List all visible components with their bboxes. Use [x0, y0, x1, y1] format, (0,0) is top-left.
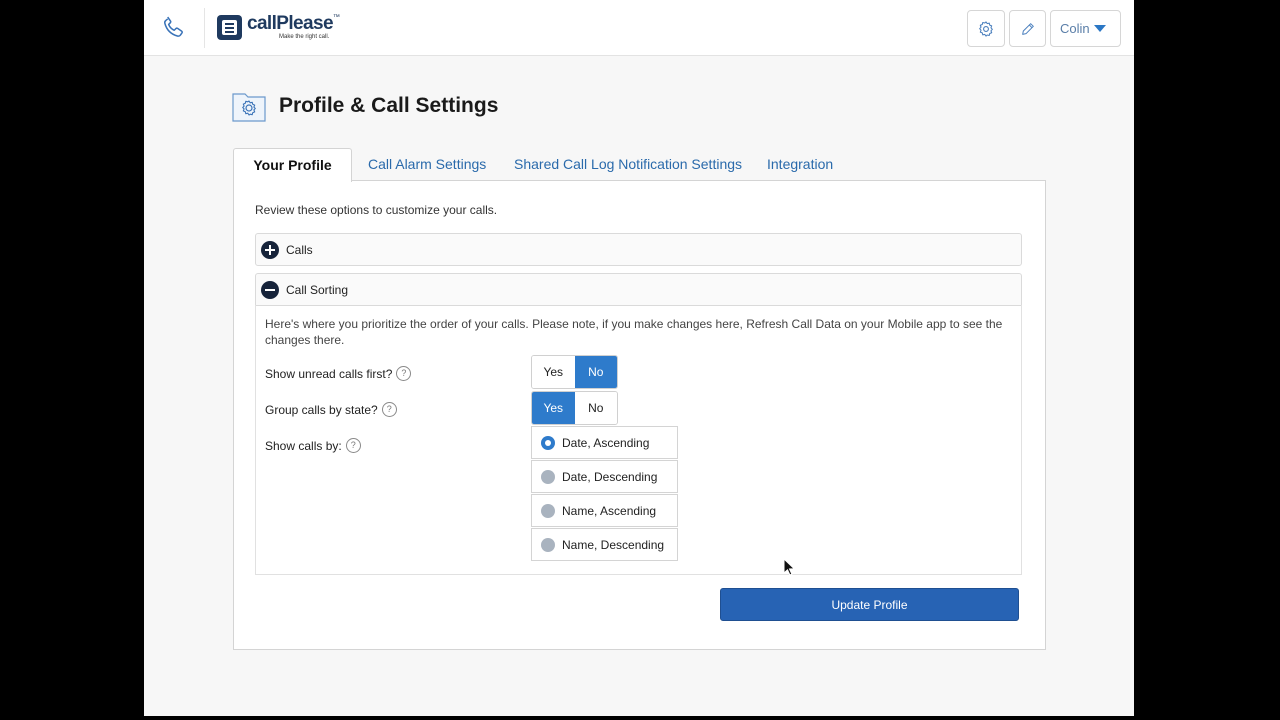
- unread-first-toggle: Yes No: [531, 355, 618, 389]
- tab-shared-call-log-notification-settings[interactable]: Shared Call Log Notification Settings: [514, 148, 742, 181]
- help-icon[interactable]: ?: [381, 402, 397, 417]
- tab-integration[interactable]: Integration: [767, 148, 833, 181]
- radio-name-ascending-label: Name, Ascending: [562, 503, 657, 518]
- user-menu-button[interactable]: Colin: [1050, 10, 1121, 47]
- help-icon[interactable]: ?: [345, 438, 361, 453]
- logo-name: callPlease: [247, 13, 334, 34]
- tab-your-profile[interactable]: Your Profile: [233, 148, 352, 182]
- radio-unselected-icon: [541, 470, 555, 484]
- show-by-label: Show calls by:: [265, 438, 342, 453]
- app-window: callPlease™ Make the right call. Colin P…: [144, 0, 1134, 716]
- caret-down-icon: [1094, 25, 1106, 32]
- call-sorting-description: Here's where you prioritize the order of…: [265, 317, 1003, 347]
- minus-circle-icon: [261, 281, 279, 299]
- unread-first-yes-button[interactable]: Yes: [532, 356, 575, 388]
- help-icon[interactable]: ?: [396, 366, 412, 381]
- accordion-calls[interactable]: Calls: [255, 233, 1022, 266]
- accordion-calls-label: Calls: [286, 243, 313, 257]
- radio-date-ascending-label: Date, Ascending: [562, 435, 650, 450]
- accordion-call-sorting[interactable]: Call Sorting: [255, 273, 1022, 306]
- unread-first-question: Show unread calls first? ?: [265, 366, 412, 381]
- update-profile-button[interactable]: Update Profile: [720, 588, 1019, 621]
- logo-text: callPlease™ Make the right call.: [247, 14, 340, 40]
- edit-button[interactable]: [1009, 10, 1046, 47]
- radio-name-descending[interactable]: Name, Descending: [531, 528, 678, 561]
- radio-selected-icon: [541, 436, 555, 450]
- show-by-question: Show calls by: ?: [265, 438, 361, 453]
- radio-unselected-icon: [541, 538, 555, 552]
- settings-folder-icon: [232, 93, 266, 122]
- radio-date-descending-label: Date, Descending: [562, 469, 658, 484]
- logo-trademark: ™: [332, 14, 340, 21]
- radio-unselected-icon: [541, 504, 555, 518]
- accordion-call-sorting-label: Call Sorting: [286, 283, 349, 297]
- radio-name-descending-label: Name, Descending: [562, 537, 665, 552]
- radio-date-descending[interactable]: Date, Descending: [531, 460, 678, 493]
- group-state-no-button[interactable]: No: [574, 392, 617, 424]
- pencil-icon: [1021, 22, 1034, 35]
- gear-icon: [979, 20, 993, 37]
- tab-call-alarm-settings[interactable]: Call Alarm Settings: [368, 148, 486, 181]
- mouse-cursor-icon: [783, 558, 795, 576]
- unread-first-label: Show unread calls first?: [265, 366, 393, 381]
- group-state-label: Group calls by state?: [265, 402, 378, 417]
- settings-button[interactable]: [967, 10, 1005, 47]
- show-by-radio-group: Date, Ascending Date, Descending Name, A…: [531, 426, 678, 562]
- topbar-divider: [204, 8, 205, 48]
- group-state-question: Group calls by state? ?: [265, 402, 397, 417]
- radio-date-ascending[interactable]: Date, Ascending: [531, 426, 678, 459]
- panel-intro: Review these options to customize your c…: [255, 203, 498, 217]
- plus-circle-icon: [261, 241, 279, 259]
- logo-tagline: Make the right call.: [279, 34, 330, 40]
- radio-name-ascending[interactable]: Name, Ascending: [531, 494, 678, 527]
- top-bar: callPlease™ Make the right call. Colin: [144, 0, 1134, 56]
- user-name: Colin: [1060, 21, 1090, 36]
- call-sorting-body: Here's where you prioritize the order of…: [255, 305, 1022, 575]
- unread-first-no-button[interactable]: No: [574, 356, 617, 388]
- profile-panel: Review these options to customize your c…: [233, 180, 1046, 650]
- group-state-yes-button[interactable]: Yes: [532, 392, 575, 424]
- app-logo[interactable]: callPlease™ Make the right call.: [216, 14, 340, 44]
- group-state-toggle: Yes No: [531, 391, 618, 425]
- logo-icon: [217, 15, 242, 40]
- page-title: Profile & Call Settings: [279, 94, 499, 117]
- phone-icon[interactable]: [160, 13, 188, 41]
